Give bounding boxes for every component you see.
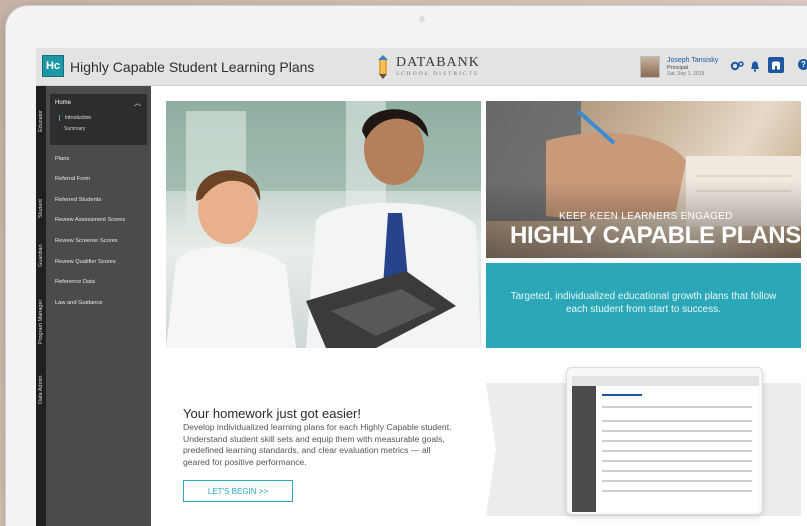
brand-subtitle: SCHOOL DISTRICTS xyxy=(396,71,479,77)
store-icon[interactable] xyxy=(768,57,784,73)
sidebar: Home ︿ Introduction Summary Plans Referr… xyxy=(46,86,151,526)
app-header: Hc Highly Capable Student Learning Plans… xyxy=(36,48,807,86)
banner-title: HIGHLY CAPABLE PLANS xyxy=(510,222,801,249)
pencil-logo-icon xyxy=(378,55,388,79)
banner-kicker: KEEP KEEN LEARNERS ENGAGED xyxy=(559,211,733,222)
preview-screenshot xyxy=(566,367,763,515)
sidebar-item-referral-form[interactable]: Referral Form xyxy=(55,176,90,182)
preview-line xyxy=(602,430,752,432)
gears-icon[interactable] xyxy=(729,58,745,74)
user-name: Joseph Tansisky xyxy=(667,57,719,64)
preview-line xyxy=(602,480,752,482)
sidebar-item-reference-data[interactable]: Reference Data xyxy=(55,279,95,285)
preview-line xyxy=(602,440,752,442)
sidebar-item-home[interactable]: Home xyxy=(55,100,71,106)
preview-arrow xyxy=(486,383,496,516)
preview-line xyxy=(602,406,752,408)
rail-tab-educator[interactable]: Educator xyxy=(36,92,46,132)
homework-heading: Your homework just got easier! xyxy=(183,406,362,421)
app-logo[interactable]: Hc xyxy=(42,55,64,77)
preview-sidebar xyxy=(572,386,596,512)
sidebar-item-review-qualifier[interactable]: Review Qualifier Scores xyxy=(55,259,116,265)
bell-icon[interactable] xyxy=(749,58,761,74)
user-avatar[interactable] xyxy=(640,56,660,78)
preview-line xyxy=(602,420,752,422)
user-date: Sat, Sep 1, 2019 xyxy=(667,71,705,77)
hero-photo xyxy=(166,101,481,348)
rail-tab-guardian[interactable]: Guardian xyxy=(36,219,46,267)
rail-tab-data-admin[interactable]: Data Admin xyxy=(36,354,46,404)
user-info[interactable]: Joseph Tansisky Principal Sat, Sep 1, 20… xyxy=(667,57,718,77)
sidebar-sub-summary[interactable]: Summary xyxy=(59,126,85,132)
sidebar-item-law-guidance[interactable]: Law and Guidance xyxy=(55,300,102,306)
app-screen: Hc Highly Capable Student Learning Plans… xyxy=(36,48,807,526)
homework-description: Develop individualized learning plans fo… xyxy=(183,422,452,467)
app-preview-panel xyxy=(486,367,801,516)
camera-dot xyxy=(419,16,425,22)
rail-tab-program-manager[interactable]: Program Manager xyxy=(36,274,46,344)
role-rail: Educator Student Guardian Program Manage… xyxy=(36,86,46,526)
main-content: KEEP KEEN LEARNERS ENGAGED HIGHLY CAPABL… xyxy=(151,86,807,526)
preview-line xyxy=(602,490,752,492)
lets-begin-button[interactable]: LET'S BEGIN >> xyxy=(183,480,293,502)
preview-line xyxy=(602,470,752,472)
sidebar-sub-introduction[interactable]: Introduction xyxy=(59,115,91,121)
preview-line xyxy=(602,450,752,452)
preview-header xyxy=(572,376,759,386)
sidebar-item-review-screener[interactable]: Review Screener Scores xyxy=(55,238,118,244)
help-icon[interactable]: ? xyxy=(798,59,807,70)
sidebar-item-plans[interactable]: Plans xyxy=(55,156,69,162)
sidebar-item-review-assessment[interactable]: Review Assessment Scores xyxy=(55,217,125,223)
tablet-frame: Hc Highly Capable Student Learning Plans… xyxy=(6,6,807,526)
district-brand: DATABANK SCHOOL DISTRICTS xyxy=(375,54,480,80)
rail-tab-student[interactable]: Student xyxy=(36,178,46,218)
sidebar-item-referred-students[interactable]: Referred Students xyxy=(55,197,101,203)
preview-line xyxy=(602,460,752,462)
highly-capable-banner: KEEP KEEN LEARNERS ENGAGED HIGHLY CAPABL… xyxy=(486,101,801,258)
chevron-up-icon[interactable]: ︿ xyxy=(134,98,141,108)
preview-screen xyxy=(572,376,759,512)
tagline-text: Targeted, individualized educational gro… xyxy=(510,291,777,315)
sidebar-home-group[interactable]: Home ︿ Introduction Summary xyxy=(50,94,147,145)
brand-name: DATABANK xyxy=(396,55,480,70)
app-title: Highly Capable Student Learning Plans xyxy=(70,59,315,75)
tagline-box: Targeted, individualized educational gro… xyxy=(486,263,801,348)
preview-line xyxy=(602,394,642,396)
